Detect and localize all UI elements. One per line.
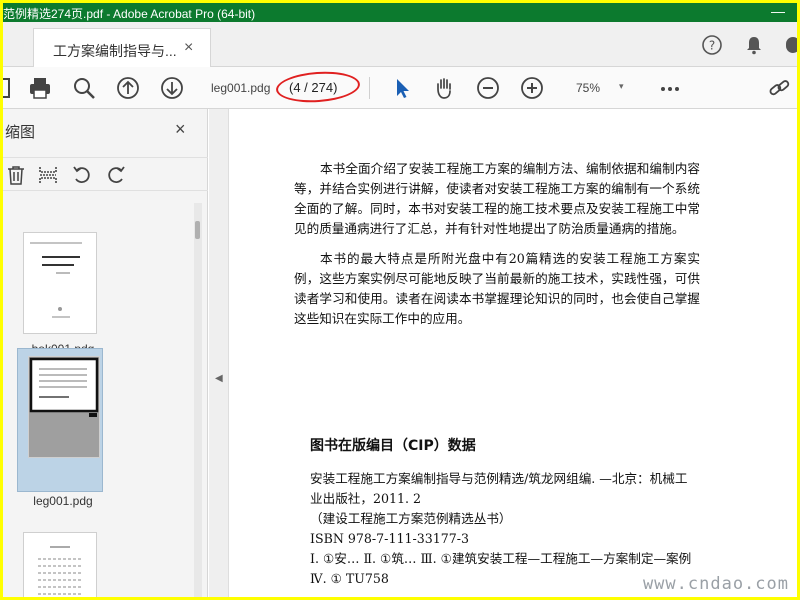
highlight-circle-annotation — [275, 69, 361, 105]
tab-bar: 工方案编制指导与... × ? — [3, 22, 797, 67]
rotate-counterclockwise-icon[interactable] — [71, 164, 93, 186]
page-thumbnail-selected[interactable] — [28, 356, 100, 458]
thumbnail-list: bok001.pdg leg001.pdg — [3, 192, 193, 597]
account-icon[interactable] — [785, 34, 797, 56]
collapse-arrow-icon: ◀ — [215, 373, 223, 384]
cip-line: （建设工程施工方案范例精选丛书） — [310, 511, 512, 526]
tab-close-icon[interactable]: × — [184, 39, 193, 57]
scrollbar-thumb[interactable] — [195, 221, 200, 239]
save-icon[interactable] — [3, 75, 29, 101]
thumbnail-label: leg001.pdg — [33, 494, 93, 508]
chevron-down-icon: ▾ — [619, 81, 624, 91]
cip-record: 安装工程施工方案编制指导与范例精选/筑龙网组编. —北京：机械工业出版社，201… — [310, 469, 700, 549]
document-page-view: 本书全面介绍了安装工程施工方案的编制方法、编制依据和编制内容等，并结合实例进行讲… — [230, 109, 797, 597]
page-thumbnails-panel: 缩图 × leg001.pdg — [3, 109, 208, 597]
minimize-button[interactable]: — — [771, 3, 785, 19]
share-link-icon[interactable] — [767, 75, 793, 101]
zoom-value: 75% — [576, 81, 601, 95]
find-icon[interactable] — [71, 75, 97, 101]
window-title: 范例精选274页.pdf - Adobe Acrobat Pro (64-bit… — [3, 7, 256, 21]
print-icon[interactable] — [27, 75, 53, 101]
thumbnail-scrollbar[interactable] — [194, 203, 202, 597]
cip-line: 安装工程施工方案编制指导与范例精选/筑龙网组编. —北京：机械工业出版社，201… — [310, 471, 688, 506]
panel-collapse-bar[interactable]: ◀ — [209, 109, 229, 597]
rotate-clockwise-icon[interactable] — [105, 164, 127, 186]
page-thumbnail[interactable] — [23, 232, 97, 334]
zoom-in-icon[interactable] — [519, 75, 545, 101]
help-icon[interactable]: ? — [701, 34, 723, 56]
cip-line: ISBN 978-7-111-33177-3 — [310, 531, 470, 546]
insert-page-icon[interactable] — [37, 164, 59, 186]
main-toolbar: leg001.pdg (4 / 274) 75% ▾ — [3, 67, 797, 109]
toolbar-divider — [369, 77, 370, 99]
next-page-icon[interactable] — [159, 75, 185, 101]
zoom-out-icon[interactable] — [475, 75, 501, 101]
body-paragraph: 本书全面介绍了安装工程施工方案的编制方法、编制依据和编制内容等，并结合实例进行讲… — [294, 161, 700, 236]
select-cursor-icon[interactable] — [389, 75, 415, 101]
app-window: 范例精选274页.pdf - Adobe Acrobat Pro (64-bit… — [3, 3, 797, 597]
hand-tool-icon[interactable] — [431, 75, 457, 101]
cip-classification: Ⅰ. ①安… Ⅱ. ①筑… Ⅲ. ①建筑安装工程—工程施工—方案制定—案例 Ⅳ.… — [310, 551, 692, 586]
panel-title: 缩图 — [5, 124, 36, 141]
svg-text:?: ? — [709, 39, 715, 53]
cip-heading: 图书在版编目（CIP）数据 — [310, 438, 476, 454]
panel-toolbar — [3, 157, 208, 191]
delete-page-icon[interactable] — [5, 164, 27, 186]
zoom-select[interactable]: 75% ▾ — [563, 80, 635, 98]
tab-label: 工方案编制指导与... — [53, 43, 177, 59]
notification-bell-icon[interactable] — [743, 34, 765, 56]
document-tab[interactable]: 工方案编制指导与... × — [33, 28, 211, 67]
panel-close-icon[interactable]: × — [175, 119, 186, 140]
title-bar: 范例精选274页.pdf - Adobe Acrobat Pro (64-bit… — [3, 3, 797, 22]
more-tools-icon[interactable] — [657, 75, 683, 101]
body-paragraph: 本书的最大特点是所附光盘中有20篇精选的安装工程施工方案实例，这些方案实例尽可能… — [294, 251, 700, 326]
site-watermark: www.cndao.com — [642, 574, 789, 594]
previous-page-icon[interactable] — [115, 75, 141, 101]
page-label-field[interactable]: leg001.pdg — [211, 81, 270, 95]
page-thumbnail[interactable] — [23, 532, 97, 597]
